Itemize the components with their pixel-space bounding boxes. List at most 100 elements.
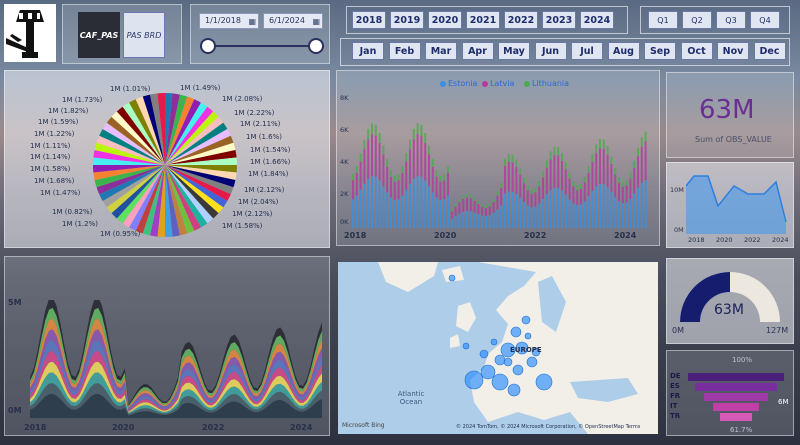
bar-segment[interactable] [538,181,541,187]
bar-segment[interactable] [386,166,389,193]
bar-segment[interactable] [602,184,605,228]
bar-segment[interactable] [549,189,552,228]
bar-segment[interactable] [621,181,624,187]
bar-segment[interactable] [355,166,358,174]
bar-segment[interactable] [629,198,632,228]
bar-segment[interactable] [371,134,373,177]
bar-segment[interactable] [416,134,419,177]
bar-segment[interactable] [428,186,430,228]
year-chip-2023[interactable]: 2023 [542,11,576,29]
bar-segment[interactable] [488,206,491,216]
quarter-chip-Q2[interactable]: Q2 [682,11,712,29]
month-chip-jun[interactable]: Jun [534,42,567,60]
bar-segment[interactable] [534,187,537,193]
bar-segment[interactable] [511,191,514,228]
bar-segment[interactable] [352,199,354,228]
gauge-chart[interactable] [670,262,790,328]
year-chip-2018[interactable]: 2018 [352,11,386,29]
bar-segment[interactable] [420,176,423,228]
bar-segment[interactable] [583,182,586,202]
bar-segment[interactable] [553,155,556,188]
bar-segment[interactable] [618,182,620,202]
bar-segment[interactable] [466,211,468,228]
bar-segment[interactable] [545,160,548,168]
calendar-icon[interactable]: ▦ [248,15,256,29]
bar-segment[interactable] [431,159,434,167]
quarter-chip-Q3[interactable]: Q3 [716,11,746,29]
bar-segment[interactable] [549,151,552,160]
bar-segment[interactable] [599,139,601,149]
bar-segment[interactable] [568,172,571,179]
bar-segment[interactable] [386,159,389,167]
bar-segment[interactable] [610,156,613,165]
bar-segment[interactable] [602,148,605,185]
bar-segment[interactable] [397,199,400,228]
bar-segment[interactable] [602,139,605,149]
bar-segment[interactable] [530,207,533,228]
bar-segment[interactable] [409,183,411,228]
bar-segment[interactable] [397,180,400,200]
legend-label[interactable]: Latvia [490,79,514,88]
bar-segment[interactable] [435,176,438,198]
bar-segment[interactable] [374,135,377,177]
bar-segment[interactable] [511,162,514,192]
stacked-area-chart[interactable] [30,300,322,418]
bar-segment[interactable] [416,123,419,135]
month-chip-feb[interactable]: Feb [388,42,421,60]
funnel-bar[interactable] [695,383,777,391]
bar-segment[interactable] [526,185,529,191]
bar-segment[interactable] [359,153,362,162]
bar-segment[interactable] [500,183,503,188]
bar-segment[interactable] [644,131,647,142]
bar-segment[interactable] [519,168,522,175]
bar-segment[interactable] [557,187,560,228]
bar-segment[interactable] [424,142,427,181]
bar-segment[interactable] [409,149,411,184]
bar-segment[interactable] [477,201,480,205]
bar-segment[interactable] [405,189,408,228]
bar-segment[interactable] [542,177,544,199]
bar-segment[interactable] [473,197,476,201]
bar-segment[interactable] [481,215,484,228]
funnel-bar[interactable] [704,393,768,401]
bar-segment[interactable] [580,204,582,228]
bar-segment[interactable] [572,181,575,187]
bar-segment[interactable] [352,180,354,200]
bar-segment[interactable] [621,186,624,204]
bar-segment[interactable] [557,147,560,156]
quarter-chip-Q1[interactable]: Q1 [648,11,678,29]
bar-segment[interactable] [618,177,620,183]
bar-segment[interactable] [587,172,590,197]
bar-segment[interactable] [561,160,563,191]
bar-segment[interactable] [412,139,415,179]
year-chip-2020[interactable]: 2020 [428,11,462,29]
bar-segment[interactable] [523,201,525,228]
month-chip-mar[interactable]: Mar [425,42,457,60]
bar-segment[interactable] [542,171,544,178]
bar-segment[interactable] [625,180,628,186]
bar-segment[interactable] [412,178,415,228]
bar-segment[interactable] [485,215,487,228]
bar-segment[interactable] [393,181,396,200]
bar-segment[interactable] [530,193,533,208]
bar-segment[interactable] [614,174,617,197]
slicer-option-pas-brd[interactable]: PAS BRD [123,12,165,58]
bar-segment[interactable] [473,212,476,228]
bar-segment[interactable] [359,161,362,190]
bar-segment[interactable] [466,193,468,198]
bar-segment[interactable] [431,166,434,193]
bar-segment[interactable] [485,208,487,216]
bar-segment[interactable] [580,183,582,189]
bar-segment[interactable] [439,199,442,228]
bar-segment[interactable] [450,211,453,219]
bar-segment[interactable] [576,190,579,206]
bar-segment[interactable] [390,197,392,228]
bar-segment[interactable] [363,149,366,184]
month-chip-oct[interactable]: Oct [680,42,713,60]
bar-segment[interactable] [393,175,396,182]
bar-segment[interactable] [561,152,563,161]
bar-segment[interactable] [583,176,586,183]
bar-segment[interactable] [515,159,518,167]
bar-segment[interactable] [572,203,575,228]
bar-segment[interactable] [458,199,461,203]
